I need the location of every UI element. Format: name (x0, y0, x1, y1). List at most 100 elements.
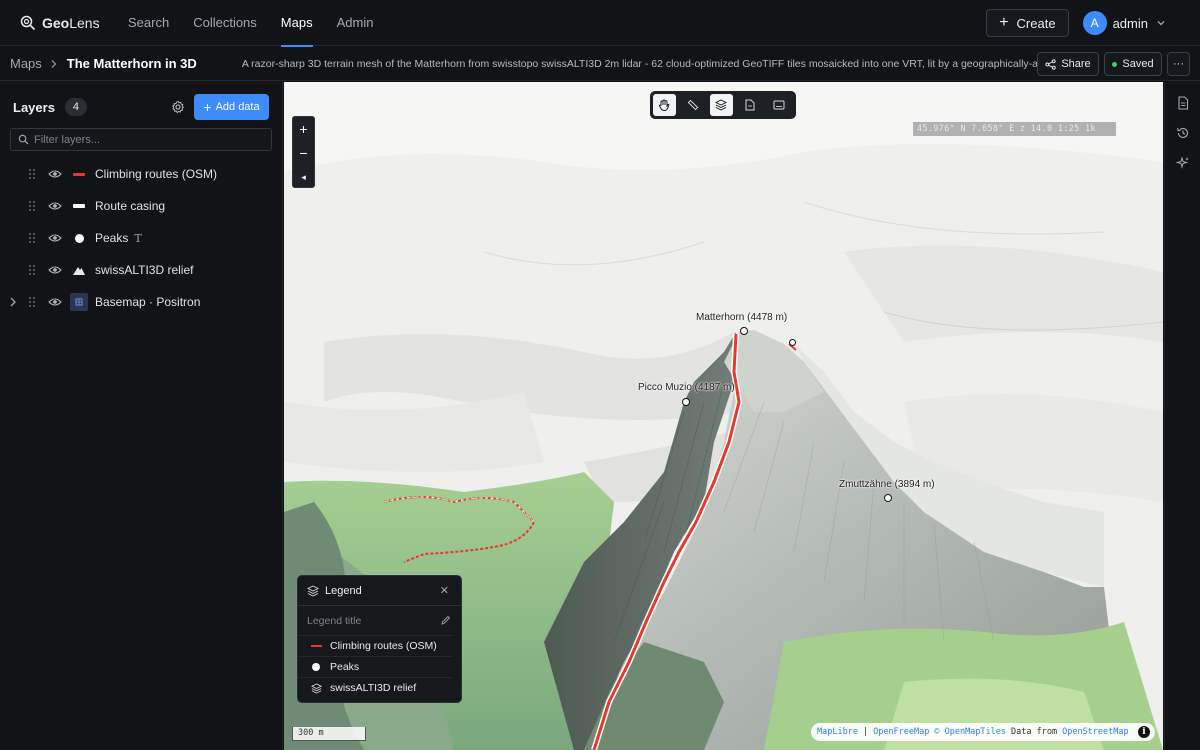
attribution-separator: | (862, 727, 869, 737)
chevron-right-icon (51, 59, 57, 68)
point-symbol-white (72, 231, 86, 245)
pan-tool-button[interactable] (653, 94, 676, 116)
add-data-button[interactable]: + Add data (194, 94, 269, 120)
drag-handle-icon[interactable] (28, 168, 36, 180)
zoom-controls: + − ◂ (292, 116, 315, 188)
app-logo[interactable]: GeoLens (20, 15, 128, 31)
map-header-bar: Maps The Matterhorn in 3D A razor-sharp … (0, 47, 1200, 81)
right-tool-rail (1164, 82, 1200, 750)
brand-name: GeoLens (42, 14, 100, 31)
drag-handle-icon[interactable] (28, 232, 36, 244)
legend-item-climbing-routes: Climbing routes (OSM) (298, 635, 453, 656)
measure-tool-button[interactable] (682, 94, 705, 116)
map-description: A razor-sharp 3D terrain mesh of the Mat… (241, 57, 1050, 70)
layer-row-route-casing[interactable]: Route casing (0, 190, 283, 222)
nav-search[interactable]: Search (128, 0, 169, 46)
layers-tool-button[interactable] (710, 94, 733, 116)
legend-item-label: swissALTI3D relief (330, 682, 417, 694)
saved-status-button[interactable]: Saved (1104, 52, 1162, 76)
drag-handle-icon[interactable] (28, 296, 36, 308)
avatar[interactable]: A (1082, 11, 1107, 35)
document-icon[interactable] (1176, 96, 1190, 110)
close-icon[interactable]: ✕ (440, 584, 449, 597)
more-options-button[interactable]: ··· (1167, 52, 1190, 76)
peak-marker-picco-muzio[interactable] (682, 398, 690, 406)
hand-icon (659, 99, 670, 111)
legend-title-field[interactable]: Legend title (298, 606, 461, 635)
visibility-eye-icon[interactable] (48, 200, 62, 212)
legend-panel: Legend ✕ Legend title Climbing routes (O… (297, 575, 462, 703)
layer-label: Basemap · Positron (95, 295, 201, 309)
layer-row-climbing-routes[interactable]: Climbing routes (OSM) (0, 158, 283, 190)
layer-label: Climbing routes (OSM) (95, 167, 218, 181)
search-icon (18, 134, 29, 145)
layers-count-badge: 4 (64, 98, 87, 116)
layer-row-swissalti3d-relief[interactable]: swissALTI3D relief (0, 254, 283, 286)
drag-handle-icon[interactable] (28, 264, 36, 276)
breadcrumb-maps[interactable]: Maps (10, 56, 42, 71)
user-name[interactable]: admin (1113, 16, 1148, 31)
compass-button[interactable]: ◂ (293, 165, 314, 189)
peak-label-zmuttzahne[interactable]: Zmuttzähne (3894 m) (839, 479, 935, 490)
line-symbol-red (310, 644, 322, 648)
caption-tool-button[interactable] (767, 94, 790, 116)
chevron-right-icon[interactable] (8, 296, 18, 308)
share-icon (1045, 58, 1056, 70)
layer-row-basemap-positron[interactable]: Basemap · Positron (0, 286, 283, 318)
document-icon (745, 99, 755, 111)
openfreemap-link[interactable]: OpenFreeMap (873, 727, 929, 737)
visibility-eye-icon[interactable] (48, 296, 62, 308)
openstreetmap-link[interactable]: OpenStreetMap (1062, 727, 1129, 737)
gear-icon[interactable] (171, 100, 185, 114)
geolens-logo-icon (20, 15, 36, 30)
nav-admin[interactable]: Admin (337, 0, 374, 46)
create-button[interactable]: + Create (986, 9, 1069, 37)
zoom-out-button[interactable]: − (293, 141, 314, 165)
add-data-label: Add data (215, 101, 260, 113)
plus-icon: + (203, 99, 212, 115)
layers-title: Layers (13, 99, 55, 115)
share-button[interactable]: Share (1037, 52, 1099, 76)
map-attribution: MapLibre | OpenFreeMap © OpenMapTiles Da… (811, 723, 1155, 741)
document-tool-button[interactable] (739, 94, 762, 116)
nav-maps[interactable]: Maps (280, 0, 313, 47)
map-canvas[interactable]: + − ◂ 45.976° N 7.658° E z 14.0 1:25 1k … (284, 82, 1163, 750)
layer-label: Peaks T (95, 231, 142, 245)
legend-item-label: Peaks (330, 661, 360, 673)
peak-marker-matterhorn[interactable] (740, 327, 748, 335)
maplibre-link[interactable]: MapLibre (817, 727, 858, 737)
visibility-eye-icon[interactable] (48, 168, 62, 180)
openmaptiles-link[interactable]: © OpenMapTiles (934, 727, 1006, 737)
chevron-down-icon[interactable] (1156, 18, 1166, 28)
drag-handle-icon[interactable] (28, 200, 36, 212)
layer-label: swissALTI3D relief (95, 263, 194, 277)
filter-layers-input[interactable] (34, 133, 254, 146)
coordinate-readout: 45.976° N 7.658° E z 14.0 1:25 1k (913, 122, 1116, 136)
peak-marker-zmuttzahne[interactable] (884, 494, 892, 502)
layers-icon (307, 584, 319, 597)
layer-row-peaks[interactable]: Peaks T (0, 222, 283, 254)
line-symbol-white (72, 199, 86, 213)
text-label-icon: T (134, 232, 142, 245)
nav-collections[interactable]: Collections (193, 0, 257, 46)
peak-label-matterhorn[interactable]: Matterhorn (4478 m) (696, 312, 787, 323)
legend-title-placeholder: Legend title (307, 614, 362, 627)
saved-status-dot (1112, 61, 1118, 67)
share-label: Share (1061, 58, 1091, 70)
peak-label-picco-muzio[interactable]: Picco Muzio (4187 m) (638, 382, 735, 393)
top-navbar: GeoLens Search Collections Maps Admin + … (0, 0, 1200, 47)
map-toolbar (650, 91, 796, 119)
point-symbol-white (310, 663, 322, 671)
legend-item-label: Climbing routes (OSM) (330, 640, 437, 652)
filter-layers-field[interactable] (10, 128, 272, 151)
info-icon[interactable]: i (1138, 726, 1150, 738)
history-icon[interactable] (1176, 126, 1190, 140)
visibility-eye-icon[interactable] (48, 232, 62, 244)
sparkles-icon[interactable] (1176, 156, 1190, 170)
peak-marker-secondary[interactable] (789, 339, 796, 346)
visibility-eye-icon[interactable] (48, 264, 62, 276)
layers-panel: Layers 4 + Add data Climbing routes (OSM… (0, 82, 283, 750)
pencil-icon[interactable] (440, 615, 451, 626)
zoom-in-button[interactable]: + (293, 117, 314, 141)
saved-label: Saved (1122, 58, 1154, 70)
